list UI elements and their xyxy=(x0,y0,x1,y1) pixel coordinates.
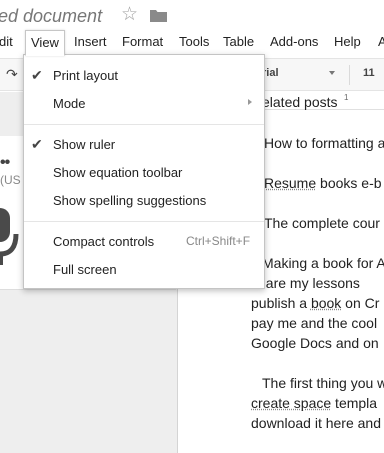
menu-item-mode[interactable]: Mode xyxy=(24,92,264,116)
font-size-select[interactable]: 11 xyxy=(363,67,375,79)
doc-text-line: Google Docs and on xyxy=(251,335,379,351)
view-menu-dropdown: ✔ Print layout Mode ✔ Show ruler Show eq… xyxy=(23,54,265,289)
menu-item-label: Show ruler xyxy=(53,137,116,152)
menu-item-label: Full screen xyxy=(53,262,117,277)
folder-icon[interactable] xyxy=(150,9,167,22)
menu-addons[interactable]: Add-ons xyxy=(270,34,318,49)
menu-item-print-layout[interactable]: ✔ Print layout xyxy=(24,64,264,88)
doc-text-line: The complete cour xyxy=(264,215,380,231)
doc-text-line: Making a book for A xyxy=(262,255,384,271)
menu-item-compact-controls[interactable]: Compact controls Ctrl+Shift+F xyxy=(24,230,264,254)
menu-edit[interactable]: dit xyxy=(0,34,13,49)
menu-item-label: Mode xyxy=(53,96,86,111)
doc-text-fragment: publish a xyxy=(251,295,311,311)
menu-item-label: Show equation toolbar xyxy=(53,165,183,180)
doc-text-line: Resume books e-b xyxy=(264,175,382,191)
toolbar-divider xyxy=(349,65,350,85)
menu-view[interactable]: View xyxy=(25,30,65,56)
doc-text-line: download it here and xyxy=(251,415,381,431)
checkmark-icon: ✔ xyxy=(31,136,43,152)
doc-text-line: How to formatting a xyxy=(264,135,384,151)
ruler-number: 1 xyxy=(344,93,349,102)
star-icon[interactable]: ☆ xyxy=(121,5,138,24)
misspelled-word: book xyxy=(310,295,342,311)
menu-item-label: Print layout xyxy=(53,68,119,83)
menu-format[interactable]: Format xyxy=(122,34,163,49)
doc-text-line: publish a book on Cr xyxy=(251,295,379,311)
menu-accessibility[interactable]: A xyxy=(378,34,384,49)
menu-item-label: Show spelling suggestions xyxy=(53,193,207,208)
menu-item-full-screen[interactable]: Full screen xyxy=(24,258,264,282)
doc-text-line: The first thing you w xyxy=(262,375,384,391)
title-bar: ed document ☆ xyxy=(0,0,384,30)
redo-icon[interactable]: ↷ xyxy=(6,67,18,81)
menu-item-show-spelling-suggestions[interactable]: Show spelling suggestions xyxy=(24,189,264,213)
menu-tools[interactable]: Tools xyxy=(179,34,209,49)
doc-text-line: pay me and the cool xyxy=(251,315,378,331)
microphone-icon[interactable] xyxy=(0,208,22,268)
doc-text-line: elated posts xyxy=(262,94,338,110)
doc-text-line: share my lessons xyxy=(251,275,360,291)
submenu-arrow-icon xyxy=(248,99,252,105)
keyboard-shortcut: Ctrl+Shift+F xyxy=(186,234,251,248)
document-title[interactable]: ed document xyxy=(0,6,102,27)
menu-divider xyxy=(24,124,264,125)
menu-help[interactable]: Help xyxy=(334,34,361,49)
menu-item-show-ruler[interactable]: ✔ Show ruler xyxy=(24,133,264,157)
menu-item-show-equation-toolbar[interactable]: Show equation toolbar xyxy=(24,161,264,185)
checkmark-icon: ✔ xyxy=(31,67,43,83)
misspelled-word: Resume xyxy=(264,175,317,191)
doc-text-line: create space templa xyxy=(251,395,377,411)
menu-item-label: Compact controls xyxy=(53,234,155,249)
doc-text-fragment: on Cr xyxy=(341,295,380,311)
menu-divider xyxy=(24,221,264,222)
language-select[interactable]: (US xyxy=(0,173,21,187)
menu-table[interactable]: Table xyxy=(223,34,254,49)
menu-insert[interactable]: Insert xyxy=(74,34,107,49)
menu-bar: dit View Insert Format Tools Table Add-o… xyxy=(0,30,384,56)
doc-text-fragment: books e-b xyxy=(316,175,382,191)
doc-text-fragment: templa xyxy=(331,395,378,411)
more-options-icon[interactable]: •• xyxy=(0,154,10,172)
misspelled-word: create space xyxy=(251,395,332,411)
chevron-down-icon[interactable] xyxy=(329,71,335,75)
